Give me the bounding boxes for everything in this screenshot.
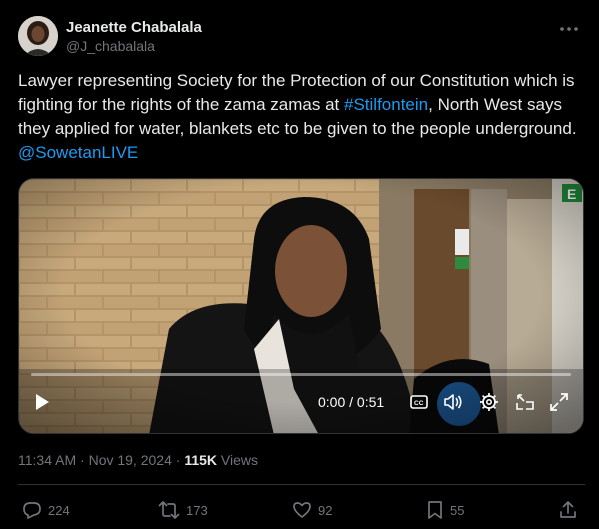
captions-icon[interactable]: CC [407, 387, 431, 417]
tweet-time[interactable]: 11:34 AM [18, 452, 76, 468]
mention-link[interactable]: @SowetanLIVE [18, 143, 138, 162]
settings-icon[interactable] [477, 387, 501, 417]
bookmark-count: 55 [450, 502, 465, 518]
repost-count: 173 [186, 502, 208, 518]
video-time: 0:00 / 0:51 [318, 394, 385, 410]
fullscreen-icon[interactable] [547, 387, 571, 417]
volume-icon[interactable] [441, 387, 465, 417]
hashtag-link[interactable]: #Stilfontein [344, 95, 428, 114]
more-icon[interactable] [557, 20, 581, 38]
views-count: 115K [184, 452, 218, 468]
tweet-header: Jeanette Chabalala @J_chabalala [18, 16, 585, 56]
reply-icon [22, 500, 42, 520]
tweet: Jeanette Chabalala @J_chabalala Lawyer r… [0, 0, 599, 529]
share-icon[interactable] [558, 498, 578, 522]
reply-count: 224 [48, 502, 70, 518]
like-button[interactable]: 92 [292, 498, 332, 522]
svg-text:CC: CC [414, 400, 424, 407]
repost-icon [158, 500, 180, 520]
meta-separator: · [171, 452, 185, 468]
author-display-name[interactable]: Jeanette Chabalala [66, 18, 202, 37]
video-player[interactable]: E 0:00 / 0:51 CC [18, 178, 584, 434]
like-count: 92 [318, 502, 333, 518]
play-icon[interactable] [29, 387, 55, 417]
video-controls: 0:00 / 0:51 CC [19, 373, 583, 433]
author-handle[interactable]: @J_chabalala [66, 37, 202, 55]
bookmark-button[interactable]: 55 [426, 498, 464, 522]
like-icon [292, 500, 312, 520]
action-bar: 224 173 92 55 [22, 498, 585, 522]
meta-separator: · [76, 452, 89, 468]
reply-button[interactable]: 224 [22, 498, 70, 522]
bookmark-icon [426, 500, 444, 520]
repost-button[interactable]: 173 [158, 498, 208, 522]
views-label: Views [217, 452, 259, 468]
avatar[interactable] [18, 16, 58, 56]
progress-bar[interactable] [31, 373, 571, 376]
pip-icon[interactable] [513, 387, 537, 417]
tweet-date[interactable]: Nov 19, 2024 [89, 452, 172, 468]
tweet-text: Lawyer representing Society for the Prot… [18, 69, 588, 165]
author-names: Jeanette Chabalala @J_chabalala [66, 18, 202, 55]
tweet-meta: 11:34 AM · Nov 19, 2024 · 115K Views [18, 452, 258, 468]
divider [18, 484, 585, 485]
